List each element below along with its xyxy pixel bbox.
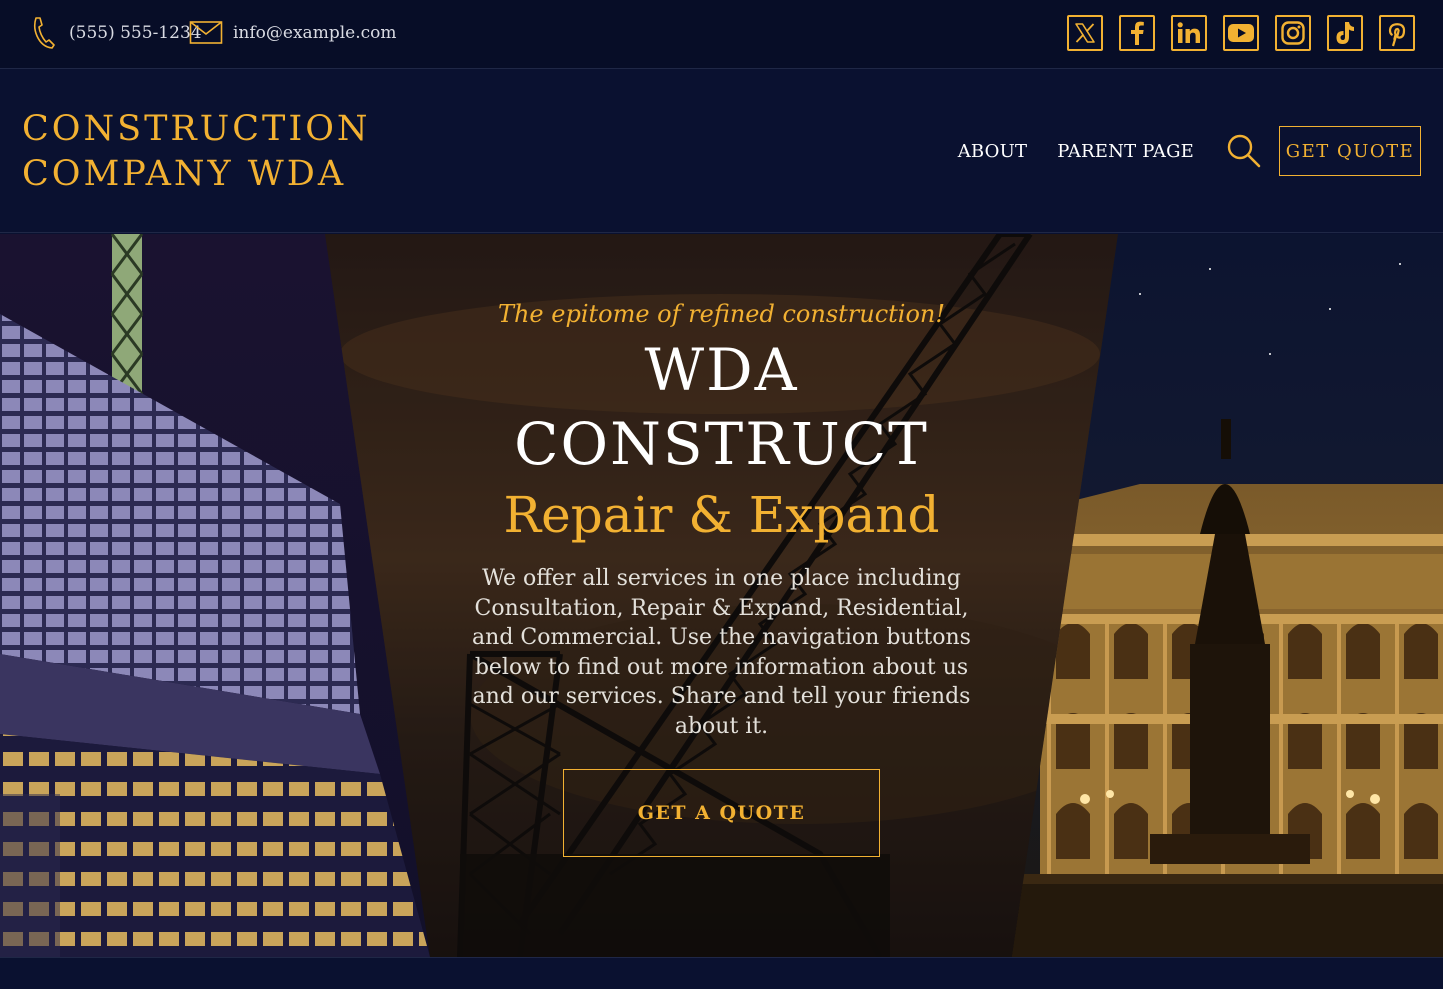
pinterest-icon xyxy=(1388,23,1406,47)
hero-title-line-1: WDA xyxy=(644,336,799,404)
nav-parent-page[interactable]: PARENT PAGE xyxy=(1057,141,1194,162)
facebook-icon xyxy=(1131,21,1144,45)
brand-line-2: COMPANY WDA xyxy=(22,154,347,194)
hero-description: We offer all services in one place inclu… xyxy=(472,566,971,739)
x-social-link[interactable] xyxy=(1067,15,1103,51)
instagram-icon xyxy=(1281,21,1305,45)
facebook-social-link[interactable] xyxy=(1119,15,1155,51)
brand-line-1: CONSTRUCTION xyxy=(22,109,371,149)
get-quote-button[interactable]: GET QUOTE xyxy=(1279,126,1421,176)
pinterest-social-link[interactable] xyxy=(1379,15,1415,51)
search-icon[interactable] xyxy=(1226,133,1262,169)
envelope-icon xyxy=(189,21,223,44)
tiktok-icon xyxy=(1336,22,1354,44)
instagram-social-link[interactable] xyxy=(1275,15,1311,51)
hero-subtitle: Repair & Expand xyxy=(503,486,940,544)
phone-number: (555) 555-1234 xyxy=(69,23,202,43)
hero-section: The epitome of refined construction! WDA… xyxy=(0,234,1443,957)
phone-icon xyxy=(33,17,55,49)
company-logo[interactable]: CONSTRUCTION COMPANY WDA xyxy=(22,107,371,197)
social-links xyxy=(1067,15,1415,51)
x-icon xyxy=(1075,23,1095,43)
tiktok-social-link[interactable] xyxy=(1327,15,1363,51)
get-a-quote-button[interactable]: GET A QUOTE xyxy=(563,769,880,857)
phone-contact[interactable]: (555) 555-1234 xyxy=(31,0,202,66)
main-nav: ABOUT PARENT PAGE GET QUOTE xyxy=(958,126,1421,176)
site-header: CONSTRUCTION COMPANY WDA ABOUT PARENT PA… xyxy=(0,69,1443,233)
youtube-icon xyxy=(1228,24,1254,42)
linkedin-social-link[interactable] xyxy=(1171,15,1207,51)
youtube-social-link[interactable] xyxy=(1223,15,1259,51)
hero-tagline: The epitome of refined construction! xyxy=(497,300,946,328)
hero-title-line-2: CONSTRUCT xyxy=(514,410,929,478)
nav-about[interactable]: ABOUT xyxy=(958,141,1028,162)
next-section-edge xyxy=(0,957,1443,989)
email-contact[interactable]: info@example.com xyxy=(189,0,396,66)
top-contact-bar: (555) 555-1234 info@example.com xyxy=(0,0,1443,69)
email-address: info@example.com xyxy=(233,23,397,43)
linkedin-icon xyxy=(1177,22,1200,43)
